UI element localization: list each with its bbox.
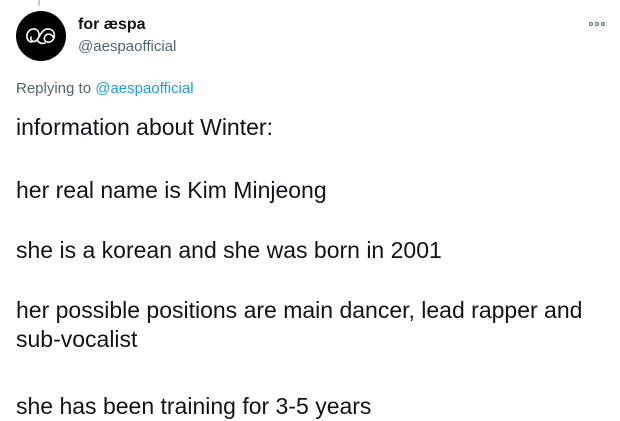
user-handle[interactable]: @aespaofficial xyxy=(78,37,176,57)
display-name[interactable]: for æspa xyxy=(78,15,146,35)
more-options-icon-dot xyxy=(595,22,599,26)
more-options-icon-dot xyxy=(601,22,605,26)
tweet-paragraph-4: her possible positions are main dancer, … xyxy=(16,297,583,352)
replying-to-mention-link[interactable]: @aespaofficial xyxy=(95,80,193,97)
thread-connector-line xyxy=(38,0,40,6)
tweet-paragraph-1: information about Winter: xyxy=(16,114,273,140)
more-options-button[interactable] xyxy=(584,16,610,32)
tweet-paragraph-5: she has been training for 3-5 years xyxy=(16,393,372,419)
aespa-logo-icon xyxy=(26,28,56,45)
avatar[interactable] xyxy=(16,11,66,61)
tweet-paragraph-3: she is a korean and she was born in 2001 xyxy=(16,237,442,263)
more-options-icon xyxy=(589,22,593,26)
replying-to-line: Replying to @aespaofficial xyxy=(16,79,194,99)
replying-prefix: Replying to xyxy=(16,80,96,97)
tweet-paragraph-2: her real name is Kim Minjeong xyxy=(16,177,327,203)
